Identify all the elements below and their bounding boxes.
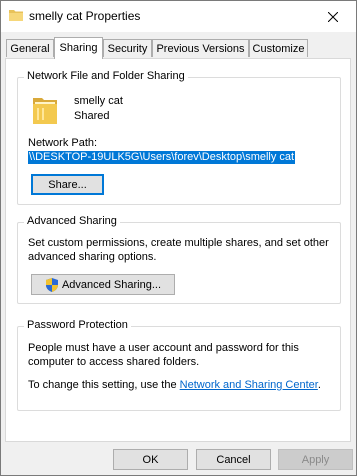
tab-strip: General Sharing Security Previous Versio… <box>1 37 356 59</box>
close-icon <box>328 11 338 22</box>
apply-button[interactable]: Apply <box>278 449 353 470</box>
tab-security[interactable]: Security <box>103 39 152 57</box>
password-protection-line-1: People must have a user account and pass… <box>28 342 299 354</box>
properties-window: smelly cat Properties General Sharing Se… <box>0 0 357 476</box>
share-button[interactable]: Share... <box>31 174 104 195</box>
password-protection-prefix: To change this setting, use the <box>28 379 180 391</box>
cancel-button[interactable]: Cancel <box>196 449 271 470</box>
password-protection-group: Password Protection People must have a u… <box>17 319 341 411</box>
advanced-sharing-button[interactable]: Advanced Sharing... <box>31 274 175 295</box>
title-bar[interactable]: smelly cat Properties <box>1 1 356 32</box>
ok-button[interactable]: OK <box>113 449 188 470</box>
window-title: smelly cat Properties <box>29 9 141 23</box>
tab-previous-versions[interactable]: Previous Versions <box>152 39 249 57</box>
advanced-sharing-description-1: Set custom permissions, create multiple … <box>28 237 329 249</box>
tab-customize[interactable]: Customize <box>249 39 308 57</box>
tab-sharing[interactable]: Sharing <box>54 37 103 59</box>
password-protection-line-2: computer to access shared folders. <box>28 356 200 368</box>
folder-status: Shared <box>74 110 110 122</box>
advanced-sharing-group: Advanced Sharing Set custom permissions,… <box>17 215 341 304</box>
network-sharing-title: Network File and Folder Sharing <box>24 70 188 82</box>
tab-general[interactable]: General <box>6 39 54 57</box>
network-sharing-center-link[interactable]: Network and Sharing Center <box>180 379 318 391</box>
advanced-sharing-title: Advanced Sharing <box>24 215 120 227</box>
close-button[interactable] <box>310 1 356 32</box>
advanced-sharing-description-2: advanced sharing options. <box>28 251 157 263</box>
sharing-panel: Network File and Folder Sharing smelly c… <box>5 58 351 442</box>
shared-folder-icon <box>32 94 58 129</box>
advanced-sharing-button-label: Advanced Sharing... <box>61 278 162 291</box>
folder-icon <box>9 9 23 21</box>
network-path-value[interactable]: \\DESKTOP-19ULK5G\Users\forev\Desktop\sm… <box>28 151 296 164</box>
password-protection-title: Password Protection <box>24 319 131 331</box>
network-sharing-group: Network File and Folder Sharing smelly c… <box>17 70 341 205</box>
uac-shield-icon <box>45 277 59 292</box>
folder-name: smelly cat <box>74 95 123 107</box>
network-path-label: Network Path: <box>28 137 98 149</box>
password-protection-suffix: . <box>317 379 321 391</box>
password-protection-line-3: To change this setting, use the Network … <box>28 379 321 391</box>
